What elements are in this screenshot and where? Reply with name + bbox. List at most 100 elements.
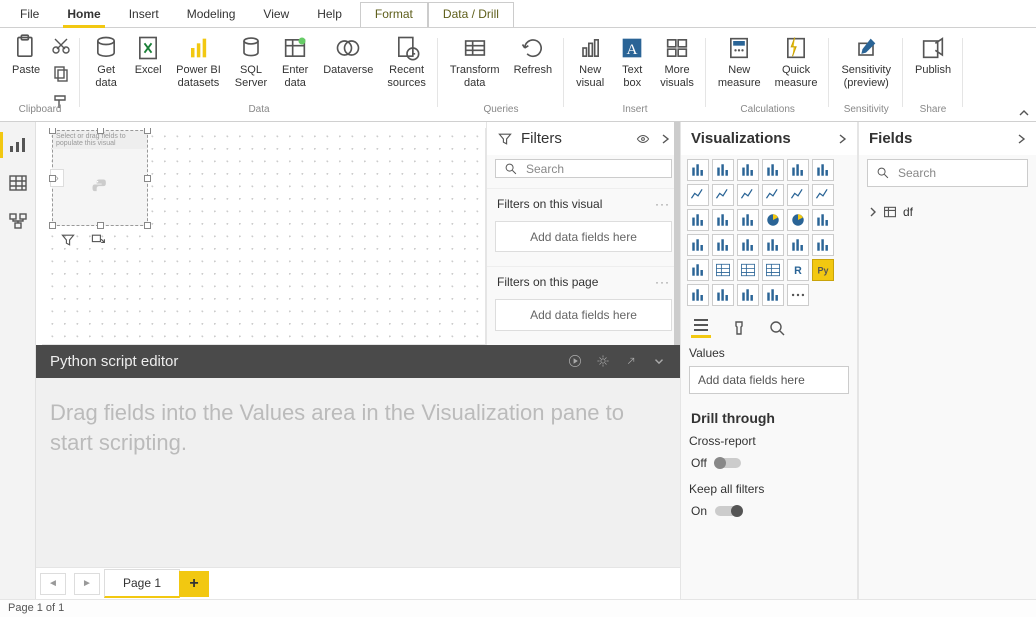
new-measure-button[interactable]: New measure <box>712 30 767 89</box>
viz-stacked-bar[interactable] <box>687 159 709 181</box>
filters-page-dropzone[interactable]: Add data fields here <box>495 299 672 330</box>
cut-button[interactable] <box>48 34 74 60</box>
viz-line-clustered[interactable] <box>787 184 809 206</box>
viz-100-column[interactable] <box>812 159 834 181</box>
viz-100-bar[interactable] <box>787 159 809 181</box>
viz-matrix[interactable] <box>762 259 784 281</box>
report-canvas[interactable]: Select or drag fields to populate this v… <box>42 128 486 345</box>
viz-scatter[interactable] <box>737 209 759 231</box>
add-page-button[interactable]: + <box>179 571 209 597</box>
menu-home[interactable]: Home <box>53 3 114 27</box>
viz-key-influencers[interactable] <box>687 284 709 306</box>
collapse-filters-icon[interactable] <box>660 133 670 145</box>
viz-treemap[interactable] <box>812 209 834 231</box>
model-view-button[interactable] <box>8 212 28 230</box>
viz-r[interactable]: R <box>787 259 809 281</box>
filters-search[interactable]: Search <box>495 159 672 178</box>
viz-table[interactable] <box>737 259 759 281</box>
viz-filled-map[interactable] <box>712 234 734 256</box>
viz-multi-card[interactable] <box>812 234 834 256</box>
viz-python[interactable]: Py <box>812 259 834 281</box>
viz-line-stacked[interactable] <box>762 184 784 206</box>
python-visual-placeholder[interactable]: Select or drag fields to populate this v… <box>52 130 148 226</box>
viz-ribbon[interactable] <box>812 184 834 206</box>
fields-table-df[interactable]: df <box>859 197 1036 227</box>
viz-stacked-area[interactable] <box>737 184 759 206</box>
viz-dots[interactable] <box>787 284 809 306</box>
collapse-viz-icon[interactable] <box>837 133 847 145</box>
viz-map[interactable] <box>687 234 709 256</box>
values-dropzone[interactable]: Add data fields here <box>689 366 849 394</box>
group-share-label: Share <box>920 104 947 118</box>
viz-clustered-column[interactable] <box>762 159 784 181</box>
menu-data-drill[interactable]: Data / Drill <box>428 2 514 27</box>
collapse-fields-icon[interactable] <box>1016 133 1026 145</box>
next-page-button[interactable]: ► <box>74 573 100 595</box>
get-data-button[interactable]: Get data <box>86 30 126 89</box>
viz-slicer[interactable] <box>712 259 734 281</box>
menu-help[interactable]: Help <box>303 3 356 27</box>
paste-button[interactable]: Paste <box>6 30 46 77</box>
pbi-datasets-button[interactable]: Power BI datasets <box>170 30 227 89</box>
data-view-button[interactable] <box>8 174 28 192</box>
report-view-button[interactable] <box>8 136 28 154</box>
viz-waterfall[interactable] <box>687 209 709 231</box>
quick-measure-button[interactable]: Quick measure <box>769 30 824 89</box>
viz-card[interactable] <box>787 234 809 256</box>
format-tab-icon[interactable] <box>729 318 749 338</box>
menu-format[interactable]: Format <box>360 2 428 27</box>
keep-filters-toggle[interactable]: On <box>691 504 847 518</box>
copy-button[interactable] <box>48 62 74 88</box>
menu-file[interactable]: File <box>6 3 53 27</box>
popout-script-icon[interactable] <box>624 354 638 368</box>
enter-data-button[interactable]: Enter data <box>275 30 315 89</box>
prev-page-button[interactable]: ◄ <box>40 573 66 595</box>
collapse-script-icon[interactable] <box>652 354 666 368</box>
viz-pie[interactable] <box>762 209 784 231</box>
group-queries: Transform data Refresh Queries <box>438 28 564 121</box>
fields-search[interactable]: Search <box>867 159 1028 187</box>
viz-title: Visualizations <box>691 130 791 147</box>
fields-tab-icon[interactable] <box>691 318 711 338</box>
filters-scrollbar[interactable] <box>674 122 680 345</box>
viz-clustered-bar[interactable] <box>737 159 759 181</box>
eye-icon[interactable] <box>636 132 650 146</box>
more-visuals-button[interactable]: More visuals <box>654 30 700 89</box>
run-script-icon[interactable] <box>568 354 582 368</box>
publish-button[interactable]: Publish <box>909 30 957 77</box>
new-visual-button[interactable]: New visual <box>570 30 610 89</box>
viz-area[interactable] <box>712 184 734 206</box>
menu-insert[interactable]: Insert <box>115 3 173 27</box>
viz-kpi[interactable] <box>687 259 709 281</box>
sensitivity-button[interactable]: Sensitivity (preview) <box>835 30 897 89</box>
sql-server-button[interactable]: SQL Server <box>229 30 273 89</box>
viz-line[interactable] <box>687 184 709 206</box>
viz-qa[interactable] <box>737 284 759 306</box>
viz-decomposition[interactable] <box>712 284 734 306</box>
viz-stacked-column[interactable] <box>712 159 734 181</box>
script-editor-body: Drag fields into the Values area in the … <box>36 378 680 480</box>
viz-funnel[interactable] <box>712 209 734 231</box>
focus-mode-icon[interactable] <box>90 232 106 248</box>
filters-visual-dropzone[interactable]: Add data fields here <box>495 221 672 252</box>
viz-gauge[interactable] <box>762 234 784 256</box>
collapse-ribbon-button[interactable] <box>1018 107 1030 119</box>
menu-modeling[interactable]: Modeling <box>173 3 250 27</box>
analytics-tab-icon[interactable] <box>767 318 787 338</box>
viz-paginated[interactable] <box>762 284 784 306</box>
page-1-tab[interactable]: Page 1 <box>104 569 180 598</box>
filters-header: Filters <box>487 122 680 155</box>
viz-donut[interactable] <box>787 209 809 231</box>
transform-data-button[interactable]: Transform data <box>444 30 506 89</box>
excel-button[interactable]: Excel <box>128 30 168 77</box>
filter-icon[interactable] <box>60 232 76 248</box>
recent-sources-button[interactable]: Recent sources <box>381 30 432 89</box>
cross-report-label: Cross-report <box>689 434 849 448</box>
script-options-icon[interactable] <box>596 354 610 368</box>
cross-report-toggle[interactable]: Off <box>691 456 847 470</box>
refresh-button[interactable]: Refresh <box>508 30 559 77</box>
dataverse-button[interactable]: Dataverse <box>317 30 379 77</box>
menu-view[interactable]: View <box>249 3 303 27</box>
viz-azure-map[interactable] <box>737 234 759 256</box>
text-box-button[interactable]: AText box <box>612 30 652 89</box>
